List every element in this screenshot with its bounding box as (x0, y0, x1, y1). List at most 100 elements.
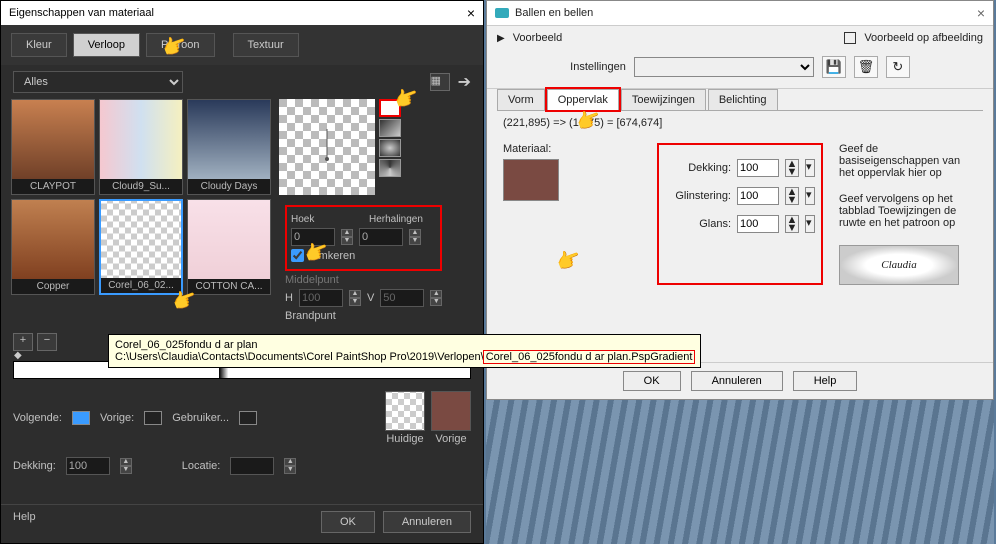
swatch-cloudy-days[interactable]: Cloudy Days (187, 99, 271, 195)
tooltip-path: C:\Users\Claudia\Contacts\Documents\Core… (115, 351, 484, 363)
dekking-spinner[interactable]: ▲▼ (785, 159, 799, 177)
glans-dropdown[interactable]: ▾ (805, 215, 815, 233)
brandpunt-label: Brandpunt (285, 310, 336, 322)
gradient-tooltip: Corel_06_025fondu d ar plan C:\Users\Cla… (108, 334, 701, 368)
dialog-titlebar: Eigenschappen van materiaal × (1, 1, 483, 25)
dekking-left-spinner[interactable]: ▲▼ (120, 458, 132, 474)
huidige-preview (385, 391, 425, 431)
right-titlebar: Ballen en bellen × (487, 1, 993, 26)
h-label: H (285, 292, 293, 304)
filter-select[interactable]: Alles (13, 71, 183, 93)
hoek-spinner[interactable]: ▲▼ (341, 229, 353, 245)
material-tabs: Kleur Verloop Patroon Textuur (1, 25, 483, 65)
vorige-bottom-label: Vorige: (100, 412, 134, 424)
tooltip-filename: Corel_06_025fondu d ar plan.PspGradient (484, 351, 695, 363)
glinstering-dropdown[interactable]: ▾ (805, 187, 815, 205)
right-tabs: Vorm Oppervlak Toewijzingen Belichting (497, 89, 983, 111)
remove-icon[interactable]: − (37, 333, 57, 351)
tab-belichting[interactable]: Belichting (708, 89, 778, 110)
glinstering-input[interactable] (737, 187, 779, 205)
middelpunt-label: Middelpunt (285, 274, 339, 286)
tooltip-line1: Corel_06_025fondu d ar plan (115, 339, 694, 351)
annuleren-button[interactable]: Annuleren (383, 511, 471, 533)
hoek-label: Hoek (291, 214, 339, 225)
style-radial-icon[interactable] (379, 139, 401, 157)
voorbeeld-label: Voorbeeld (513, 32, 563, 44)
herhalingen-input[interactable] (359, 228, 403, 246)
voorbeeld-op-checkbox[interactable] (844, 32, 856, 44)
arrow-right-icon[interactable]: ➔ (458, 72, 471, 92)
volgende-color-chip[interactable] (72, 411, 90, 425)
locatie-spinner[interactable]: ▲▼ (284, 458, 296, 474)
save-preset-icon[interactable]: 💾 (822, 56, 846, 78)
right-ok-button[interactable]: OK (623, 371, 681, 391)
background-image (486, 400, 994, 544)
tab-toewijzingen[interactable]: Toewijzingen (621, 89, 706, 110)
camera-icon (495, 8, 509, 18)
swatch-cotton[interactable]: COTTON CA... (187, 199, 271, 295)
instellingen-select[interactable] (634, 57, 814, 77)
reset-icon[interactable]: ↻ (886, 56, 910, 78)
tab-kleur[interactable]: Kleur (11, 33, 67, 57)
expand-icon[interactable]: ▶ (497, 33, 505, 44)
materiaal-label: Materiaal: (503, 143, 641, 155)
swatch-corel-06[interactable]: Corel_06_02... (99, 199, 183, 295)
right-help-button[interactable]: Help (793, 371, 858, 391)
v-input[interactable] (380, 289, 424, 307)
style-rectangular-icon[interactable] (379, 119, 401, 137)
close-icon[interactable]: × (467, 5, 475, 21)
locatie-input[interactable] (230, 457, 274, 475)
vorige-preview (431, 391, 471, 431)
gradient-swatch-grid: CLAYPOT Cloud9_Su... Cloudy Days Copper … (11, 99, 271, 329)
material-properties-dialog: Eigenschappen van materiaal × Kleur Verl… (0, 0, 484, 544)
glans-spinner[interactable]: ▲▼ (785, 215, 799, 233)
locatie-label: Locatie: (182, 460, 221, 472)
instellingen-label: Instellingen (570, 61, 626, 73)
dekking-dropdown[interactable]: ▾ (805, 159, 815, 177)
v-label: V (367, 292, 374, 304)
h-input[interactable] (299, 289, 343, 307)
gebruiker-color-chip[interactable] (239, 411, 257, 425)
tab-verloop[interactable]: Verloop (73, 33, 140, 57)
tab-textuur[interactable]: Textuur (233, 33, 299, 57)
dekking-left-input[interactable] (66, 457, 110, 475)
list-view-icon[interactable]: ▦ (430, 73, 450, 91)
right-close-icon[interactable]: × (977, 5, 985, 21)
dekking-label: Dekking: (665, 162, 731, 174)
swatch-claypot[interactable]: CLAYPOT (11, 99, 95, 195)
claudia-logo: Claudia (839, 245, 959, 285)
volgende-label: Volgende: (13, 412, 62, 424)
ok-button[interactable]: OK (321, 511, 375, 533)
glinstering-spinner[interactable]: ▲▼ (785, 187, 799, 205)
materiaal-swatch[interactable] (503, 159, 559, 201)
v-spinner[interactable]: ▲▼ (430, 290, 442, 306)
glinstering-label: Glinstering: (665, 190, 731, 202)
herhalingen-label: Herhalingen (369, 214, 423, 225)
herhalingen-spinner[interactable]: ▲▼ (409, 229, 421, 245)
delete-preset-icon[interactable]: 🗑 (854, 56, 878, 78)
swatch-cloud9[interactable]: Cloud9_Su... (99, 99, 183, 195)
swatch-copper[interactable]: Copper (11, 199, 95, 295)
add-icon[interactable]: + (13, 333, 33, 351)
voorbeeld-op-label: Voorbeeld op afbeelding (864, 32, 983, 44)
glans-label: Glans: (665, 218, 731, 230)
help-link[interactable]: Help (13, 511, 36, 533)
tab-vorm[interactable]: Vorm (497, 89, 545, 110)
tab-oppervlak[interactable]: Oppervlak (547, 89, 619, 110)
gradient-preview (279, 99, 375, 195)
huidige-label: Huidige (386, 433, 423, 445)
dekking-left-label: Dekking: (13, 460, 56, 472)
right-annuleren-button[interactable]: Annuleren (691, 371, 783, 391)
desc-line-1: Geef de basiseigenschappen van het opper… (839, 143, 977, 179)
coordinates-readout: (221,895) => (1,675) = [674,674] (487, 111, 993, 135)
vorige-color-chip[interactable] (144, 411, 162, 425)
glans-input[interactable] (737, 215, 779, 233)
vorige-chip-label: Vorige (435, 433, 466, 445)
surface-values-group: Dekking: ▲▼ ▾ Glinstering: ▲▼ ▾ Glans: ▲… (657, 143, 823, 285)
right-dialog-title: Ballen en bellen (515, 7, 593, 19)
desc-line-2: Geef vervolgens op het tabblad Toewijzin… (839, 193, 977, 229)
dialog-title: Eigenschappen van materiaal (9, 7, 154, 19)
h-spinner[interactable]: ▲▼ (349, 290, 361, 306)
style-sunburst-icon[interactable] (379, 159, 401, 177)
dekking-input[interactable] (737, 159, 779, 177)
